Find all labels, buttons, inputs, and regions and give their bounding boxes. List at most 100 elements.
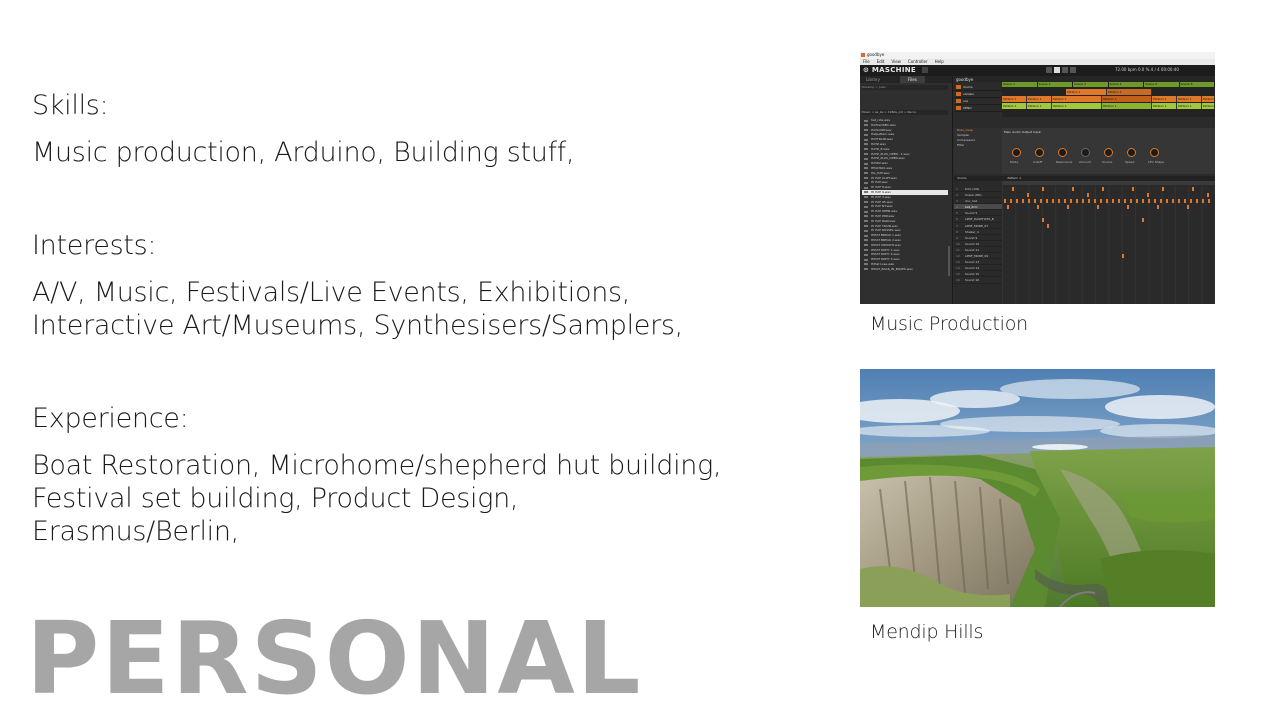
mendip-hills-caption: Mendip Hills xyxy=(870,621,984,643)
maschine-arranger: Pattern 1 Pattern 1 Pattern 1 Pattern 1 Patt… xyxy=(1002,87,1215,117)
maschine-path-browse: Music > sa_ke > 1960s_old > Recru xyxy=(862,110,948,115)
knob-icon xyxy=(1081,148,1090,157)
landscape-photo xyxy=(860,369,1215,607)
maschine-step-note xyxy=(1142,217,1144,222)
interests-section: Interests: A/V, Music, Festivals/Live Ev… xyxy=(32,230,772,342)
maschine-step-note xyxy=(1166,199,1168,204)
maschine-clip: Pattern 1 xyxy=(1027,96,1052,102)
maschine-step-note xyxy=(1012,187,1014,191)
maschine-sound-list: 1 Kick (1W) 2 Snare (HD) 3 dnc_hat 4 hat_drm 5 So… xyxy=(954,186,1002,284)
maschine-step-note xyxy=(1052,199,1054,204)
maschine-step-note xyxy=(1207,193,1209,198)
maschine-step-note xyxy=(1136,199,1138,204)
maschine-step-note xyxy=(1082,199,1084,204)
maschine-step-note xyxy=(1064,199,1066,204)
maschine-sound-label: Sound 10 xyxy=(965,241,980,246)
maschine-clip: Pattern 1 xyxy=(1027,103,1052,109)
knob-icon xyxy=(1127,148,1136,157)
maschine-knob-label: Source xyxy=(1102,160,1113,164)
maschine-group-list: drums vamelo vox XEND xyxy=(954,84,1002,112)
maschine-step-note xyxy=(1010,199,1012,204)
maschine-menu-item: File xyxy=(863,59,870,64)
knob-icon xyxy=(1058,148,1067,157)
maschine-knob-label: LFO Shape xyxy=(1148,160,1165,164)
maschine-clip: Pattern 1 xyxy=(1052,96,1102,102)
maschine-step-note xyxy=(1072,187,1074,191)
maschine-ruler xyxy=(1002,181,1215,185)
maschine-sound-label: Sound 15 xyxy=(965,272,980,277)
maschine-group-row: XEND xyxy=(954,105,1002,112)
page-title: PERSONAL xyxy=(26,600,643,717)
maschine-clip: Pattern 1 xyxy=(1052,103,1102,109)
maschine-step-note xyxy=(1112,199,1114,204)
maschine-sound-label: Sound 9 xyxy=(965,235,978,240)
maschine-step-note xyxy=(1124,199,1126,204)
maschine-step-note xyxy=(1190,199,1192,204)
maschine-knob-label: Amount xyxy=(1079,160,1091,164)
maschine-project-name: goodbye xyxy=(956,77,974,82)
maschine-plugin-panel: Bass_Gesp Sampler Compressor Filter Main Au… xyxy=(954,128,1215,174)
maschine-plugin-slots: Bass_Gesp Sampler Compressor Filter xyxy=(954,128,1002,174)
maschine-sound-label: LPNF_MORE_09 xyxy=(965,254,989,259)
maschine-clip: Pattern 1 xyxy=(1066,89,1107,95)
maschine-step-note xyxy=(1100,199,1102,204)
maschine-group-color xyxy=(956,92,961,96)
maschine-step-note xyxy=(1130,199,1132,204)
maschine-step-note xyxy=(1102,187,1104,191)
maschine-step-note xyxy=(1154,199,1156,204)
maschine-group-label: vox xyxy=(963,99,969,103)
maschine-sound-row: 16 Sound 16 xyxy=(954,277,1002,284)
maschine-clip: Pattern 1 xyxy=(1152,103,1177,109)
maschine-step-note xyxy=(1127,205,1129,210)
maschine-clip: Pattern 1 xyxy=(1177,96,1202,102)
maschine-menu-item: Edit xyxy=(876,59,885,64)
maschine-pattern-name: Pattern 1 xyxy=(1007,176,1022,180)
maschine-sound-label: Kick (1W) xyxy=(965,187,980,191)
maschine-group-color xyxy=(956,85,961,89)
maschine-step-note xyxy=(1027,193,1029,198)
maschine-knob-label: Resonance xyxy=(1056,160,1073,164)
maschine-sound-label: Sound 16 xyxy=(965,278,980,283)
maschine-sound-label: Sound 11 xyxy=(965,247,980,252)
maschine-menu-item: View xyxy=(891,59,901,64)
maschine-knob-label: Mode xyxy=(1010,160,1019,164)
maschine-clip: Pattern 1 xyxy=(1202,103,1215,114)
maschine-file-item: HIHAT_BACK_IN_BOXES.wav xyxy=(862,267,948,272)
knob-icon xyxy=(1035,148,1044,157)
maschine-step-note xyxy=(1007,205,1009,210)
experience-section: Experience: Boat Restoration, Microhome/… xyxy=(32,403,732,548)
maschine-group-label: drums xyxy=(963,85,973,89)
maschine-step-note xyxy=(1070,199,1072,204)
maschine-step-note xyxy=(1172,199,1174,204)
maschine-tab-library: Library xyxy=(866,77,880,82)
maschine-step-note xyxy=(1004,199,1006,204)
loop-icon xyxy=(1070,67,1076,73)
interests-body: A/V, Music, Festivals/Live Events, Exhib… xyxy=(32,277,683,341)
maschine-step-note xyxy=(1094,199,1096,204)
maschine-sound-label: Sound 14 xyxy=(965,266,980,271)
maschine-tempo: 72.00 bpm 0.0 % 4 / 4 00:00:40 xyxy=(1115,67,1179,72)
experience-heading: Experience: xyxy=(32,403,189,434)
maschine-sound-label: Shaker_4 xyxy=(965,229,979,234)
maschine-step-note xyxy=(1178,199,1180,204)
maschine-step-note xyxy=(1037,205,1039,210)
maschine-menu-item: Help xyxy=(934,59,944,64)
music-production-image: goodbye File Edit View Controller Help ⊙ MAS… xyxy=(860,52,1215,304)
maschine-step-note xyxy=(1042,187,1044,191)
maschine-step-note xyxy=(1147,193,1149,198)
maschine-titlebar: goodbye xyxy=(860,52,1215,59)
maschine-sound-label: Sound 13 xyxy=(965,260,980,265)
maschine-browser: Library Files Desktop > Jules Music > sa… xyxy=(860,76,953,304)
maschine-step-note xyxy=(1016,199,1018,204)
maschine-step-note xyxy=(1187,205,1189,210)
maschine-step-note xyxy=(1106,199,1108,204)
maschine-group-row: vamelo xyxy=(954,91,1002,98)
rewind-icon xyxy=(1046,67,1052,73)
record-icon xyxy=(1062,67,1068,73)
maschine-main: goodbye drums vamelo vox XEND Scene 1 Scene … xyxy=(954,76,1215,304)
maschine-file-list: hat_ride.wav HATCLOSED.wav HATLOOP.wav Hatp… xyxy=(862,118,948,272)
maschine-clip: Pattern 1 xyxy=(1102,96,1152,102)
maschine-step-note xyxy=(1087,193,1089,198)
knob-icon xyxy=(1150,148,1159,157)
maschine-group-color xyxy=(956,99,961,103)
